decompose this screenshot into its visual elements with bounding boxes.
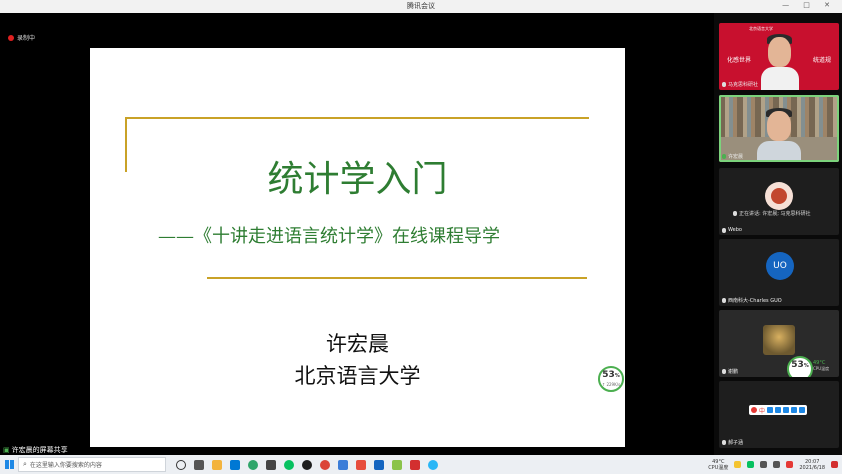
banner-text-left: 化感世界: [727, 57, 752, 64]
participant-video: [763, 325, 795, 355]
meeting-app-icon[interactable]: [374, 459, 384, 470]
notification-icon[interactable]: [831, 461, 838, 468]
wps-icon[interactable]: [410, 459, 420, 470]
window-titlebar: 腾讯会议 — □ ✕: [0, 0, 842, 13]
participant-name: 谢鹏: [728, 369, 739, 375]
presentation-slide: 统计学入门 ——《十讲走进语言统计学》在线课程导学 许宏晨 北京语言大学: [90, 48, 625, 447]
active-speaker-frame: [719, 95, 839, 162]
participant-tile-3[interactable]: 正在讲话: 许宏晨; 马克思科研社 Webo: [719, 168, 839, 235]
gold-rule-bottom: [207, 277, 587, 279]
tencent-meeting-icon[interactable]: [428, 459, 438, 470]
qq-icon[interactable]: [302, 459, 312, 470]
photos-icon[interactable]: [338, 459, 348, 470]
network-meter-unit: %: [614, 373, 620, 379]
network-meter-percent: 53: [602, 370, 615, 380]
taskbar-search[interactable]: ⌕ 在这里输入你要搜索的内容: [18, 457, 166, 472]
tray-wechat-icon[interactable]: [747, 461, 755, 468]
participant-tile-4[interactable]: UO 西南科大-Charles GUO: [719, 239, 839, 306]
recording-indicator[interactable]: 录制中: [8, 33, 35, 42]
task-view-icon[interactable]: [194, 459, 204, 470]
speaking-status: 正在讲话: 许宏晨; 马克思科研社: [739, 211, 811, 217]
gold-rule-top: [125, 117, 589, 119]
window-controls[interactable]: — □ ✕: [782, 1, 836, 9]
participant-name: 西南科大-Charles GUO: [728, 298, 782, 304]
participant-name: Webo: [728, 227, 742, 233]
mic-icon: [722, 154, 726, 159]
store-icon[interactable]: [266, 459, 276, 470]
screen-share-icon: ▣: [3, 446, 10, 454]
green-app-icon[interactable]: [392, 459, 402, 470]
window-title: 腾讯会议: [407, 2, 435, 10]
edge-icon[interactable]: [248, 459, 258, 470]
participant-name: 马克思科研社: [728, 82, 759, 88]
ime-mic-icon: [775, 407, 782, 413]
participant-face: [768, 37, 791, 67]
slide-title: 统计学入门: [267, 159, 448, 200]
volume-icon[interactable]: [773, 461, 781, 468]
participant-tile-6[interactable]: 中 郝子涵: [719, 381, 839, 448]
mic-icon: [722, 440, 726, 445]
mic-icon: [722, 298, 726, 303]
network-meter-speed: ↑ 229K/s: [601, 382, 621, 387]
university-logo-text: 北京语言大学: [749, 26, 773, 31]
participant-shirt: [761, 67, 799, 90]
windows-taskbar: ⌕ 在这里输入你要搜索的内容 49°C CPU温度 20:07 2021/6/1…: [0, 455, 842, 474]
screen-share-status[interactable]: ▣ 许宏晨的屏幕共享: [0, 445, 130, 455]
tray-cpu-label: CPU温度: [708, 464, 729, 471]
mail-icon[interactable]: [230, 459, 240, 470]
participant-tile-1[interactable]: 北京语言大学 化感世界 统道规 马克思科研社: [719, 23, 839, 90]
screen-share-label: 许宏晨的屏幕共享: [11, 446, 68, 454]
slide-affiliation: 北京语言大学: [294, 364, 421, 388]
cpu-temp-label: CPU温度: [813, 366, 830, 371]
sogou-icon: [751, 407, 757, 413]
weather-icon[interactable]: [734, 461, 742, 468]
ime-mode-label: 中: [759, 407, 766, 415]
wechat-icon[interactable]: [284, 459, 294, 470]
banner-text-right: 统道规: [812, 57, 831, 64]
shared-screen-stage: 录制中 统计学入门 ——《十讲走进语言统计学》在线课程导学 许宏晨 北京语言大学…: [0, 13, 714, 455]
chrome-icon[interactable]: [320, 459, 330, 470]
tray-clock[interactable]: 20:07 2021/6/18: [799, 459, 825, 471]
participant-tile-2[interactable]: 许宏晨: [719, 95, 839, 162]
ime-skin-icon: [791, 407, 798, 413]
participant-name: 郝子涵: [728, 440, 744, 446]
participant-name: 许宏晨: [728, 154, 744, 160]
ime-toolbar[interactable]: 中: [749, 405, 808, 415]
search-placeholder: 在这里输入你要搜索的内容: [29, 462, 102, 469]
mic-icon: [722, 369, 726, 374]
ime-keyboard-icon: [783, 407, 790, 413]
cortana-icon[interactable]: [176, 459, 186, 470]
participant-tile-5[interactable]: 53% 49°C CPU温度 谢鹏: [719, 310, 839, 377]
record-dot-icon: [8, 34, 14, 41]
mic-icon: [722, 227, 726, 233]
start-button[interactable]: [0, 455, 18, 474]
file-explorer-icon[interactable]: [212, 459, 222, 470]
performance-meter-percent: 53: [791, 360, 804, 370]
system-tray: 49°C CPU温度 20:07 2021/6/18: [708, 455, 838, 474]
search-icon: ⌕: [23, 460, 27, 468]
ime-menu-icon: [799, 407, 806, 413]
recording-label: 录制中: [17, 35, 36, 42]
network-meter[interactable]: 53% ↑ 229K/s: [598, 366, 624, 392]
performance-meter[interactable]: 53%: [787, 356, 813, 377]
windows-logo-icon: [4, 460, 14, 469]
mic-icon: [722, 82, 726, 87]
speaking-mic-icon: [733, 211, 737, 216]
participants-sidebar: 北京语言大学 化感世界 统道规 马克思科研社 许宏晨 正在讲话: 许宏晨; 马克…: [714, 13, 842, 455]
network-icon[interactable]: [760, 461, 768, 468]
slide-author: 许宏晨: [326, 332, 389, 356]
media-icon[interactable]: [356, 459, 366, 470]
performance-meter-unit: %: [803, 363, 809, 369]
taskbar-apps: [176, 459, 438, 470]
participant-avatar: [765, 182, 793, 210]
slide-subtitle: ——《十讲走进语言统计学》在线课程导学: [158, 226, 500, 247]
ime-tray-icon[interactable]: [786, 461, 794, 468]
participant-avatar: UO: [766, 252, 794, 280]
ime-option-icon: [767, 407, 774, 413]
tray-date: 2021/6/18: [799, 464, 825, 471]
